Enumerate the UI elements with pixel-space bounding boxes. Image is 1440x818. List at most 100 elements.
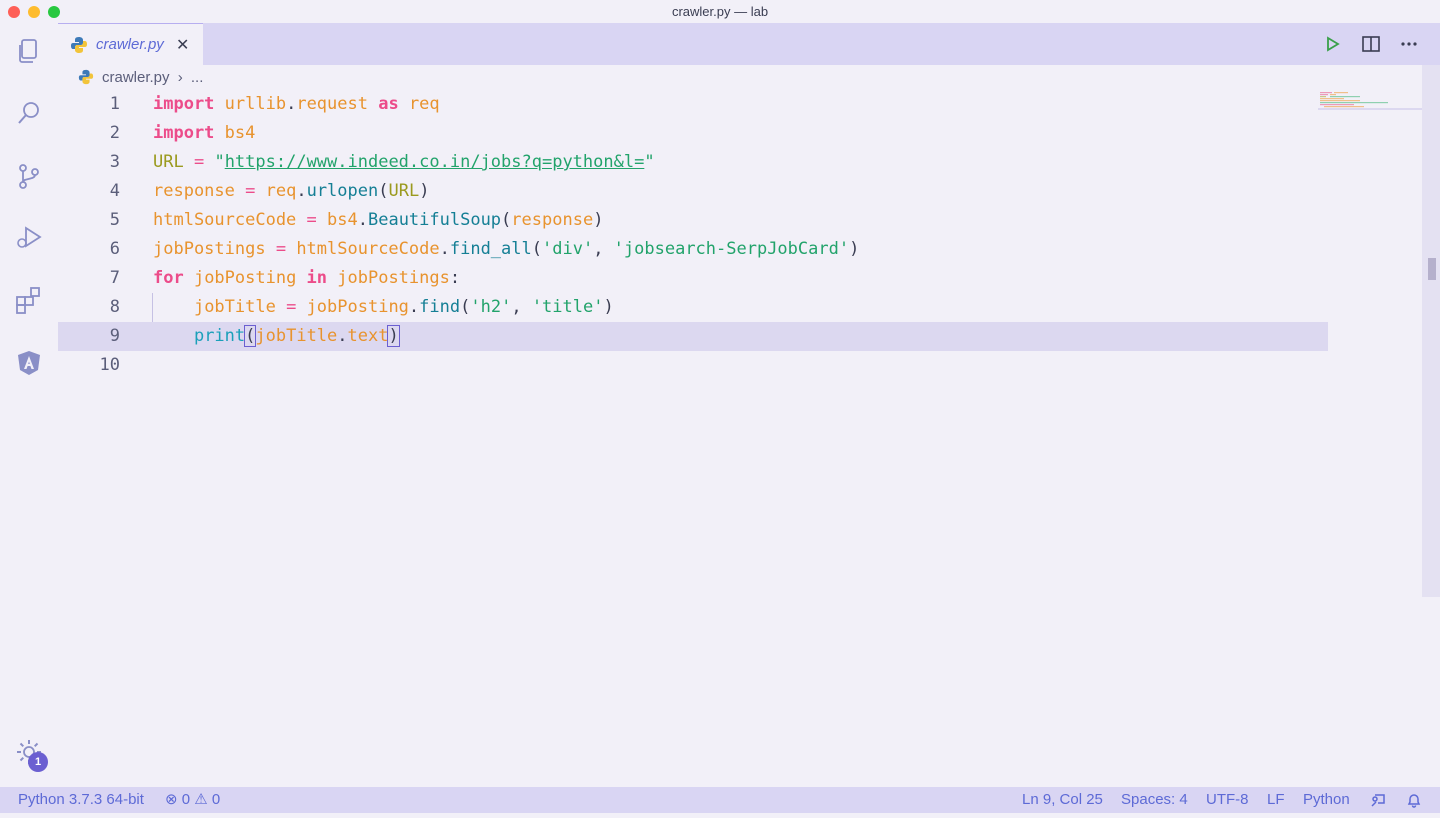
code-text: URL = "https://www.indeed.co.in/jobs?q=p… xyxy=(153,148,655,177)
code-token: . xyxy=(286,94,297,114)
code-editor[interactable]: 1 import urllib.request as req 2 import bs4… xyxy=(58,90,1422,787)
code-token: 'h2' xyxy=(470,297,512,317)
line-number: 8 xyxy=(109,297,120,317)
more-actions-icon[interactable] xyxy=(1398,33,1420,55)
code-token: jobTitle xyxy=(193,297,276,317)
run-python-file-icon[interactable] xyxy=(1321,33,1343,55)
run-debug-icon[interactable] xyxy=(14,222,44,252)
code-token: . xyxy=(337,326,348,346)
code-token: : xyxy=(449,268,461,288)
code-line[interactable]: 8 jobTitle = jobPosting.find('h2', 'titl… xyxy=(58,293,1328,322)
python-file-icon xyxy=(78,69,94,85)
code-token: urlopen xyxy=(306,181,379,201)
line-number: 7 xyxy=(109,268,120,288)
tab-bar: crawler.py ✕ xyxy=(58,23,1440,65)
minimize-window-button[interactable] xyxy=(28,6,40,18)
code-token: = xyxy=(183,152,215,172)
code-line[interactable]: 1 import urllib.request as req xyxy=(58,90,1328,119)
line-number: 1 xyxy=(109,94,120,114)
encoding[interactable]: UTF-8 xyxy=(1206,787,1249,813)
code-token: " xyxy=(214,152,225,172)
code-token: ) xyxy=(419,181,430,201)
code-line[interactable]: 10 xyxy=(58,351,1328,380)
code-token: " xyxy=(644,152,655,172)
line-number: 10 xyxy=(99,355,120,375)
minimap[interactable] xyxy=(1318,92,1422,110)
explorer-icon[interactable] xyxy=(14,36,44,66)
cursor-position[interactable]: Ln 9, Col 25 xyxy=(1022,787,1103,813)
tab-crawler-py[interactable]: crawler.py ✕ xyxy=(58,23,203,65)
code-line[interactable]: 6 jobPostings = htmlSourceCode.find_all('… xyxy=(58,235,1328,264)
code-line[interactable]: 3 URL = "https://www.indeed.co.in/jobs?q=… xyxy=(58,148,1328,177)
activity-bar: 1 xyxy=(0,23,58,787)
vertical-scrollbar[interactable] xyxy=(1422,65,1440,597)
code-token: ( xyxy=(460,297,471,317)
close-window-button[interactable] xyxy=(8,6,20,18)
code-token: . xyxy=(408,297,420,317)
line-number: 3 xyxy=(109,152,120,172)
code-token: response xyxy=(153,181,235,201)
code-line[interactable]: 5 htmlSourceCode = bs4.BeautifulSoup(resp… xyxy=(58,206,1328,235)
code-token: request xyxy=(296,94,368,114)
code-line[interactable]: 7 for jobPosting in jobPostings: xyxy=(58,264,1328,293)
code-token: response xyxy=(511,210,594,230)
feedback-icon[interactable] xyxy=(1369,791,1387,818)
indentation[interactable]: Spaces: 4 xyxy=(1121,787,1188,813)
code-token: bs4 xyxy=(214,123,256,143)
source-control-icon[interactable] xyxy=(14,161,44,191)
code-text: jobPostings = htmlSourceCode.find_all('d… xyxy=(153,235,859,264)
code-token: text xyxy=(347,326,389,346)
tab-label: crawler.py xyxy=(96,36,164,53)
code-token: find_all xyxy=(449,239,532,259)
code-token: jobTitle xyxy=(255,326,338,346)
code-token: htmlSourceCode xyxy=(296,239,440,259)
code-token: . xyxy=(439,239,450,259)
scrollbar-thumb[interactable] xyxy=(1428,258,1436,280)
code-token: ) xyxy=(603,297,614,317)
code-token: . xyxy=(357,210,368,230)
code-token: = xyxy=(265,239,297,259)
error-count: 0 xyxy=(181,791,191,808)
code-token: https://www.indeed.co.in/jobs?q=python&l… xyxy=(224,152,645,172)
code-token: ( xyxy=(378,181,389,201)
language-mode[interactable]: Python xyxy=(1303,787,1350,813)
code-text: jobTitle = jobPosting.find('h2', 'title'… xyxy=(153,293,614,322)
code-token: , xyxy=(593,239,614,259)
code-token: req xyxy=(398,94,440,114)
code-token: jobPosting xyxy=(306,297,409,317)
code-text: response = req.urlopen(URL) xyxy=(153,177,429,206)
code-line[interactable]: 9 print(jobTitle.text) xyxy=(58,322,1328,351)
notification-badge: 1 xyxy=(28,752,48,772)
breadcrumb-more[interactable]: ... xyxy=(191,69,204,86)
breadcrumb: crawler.py › ... xyxy=(78,66,203,90)
code-token: = xyxy=(234,181,266,201)
code-token: as xyxy=(367,94,399,114)
problems-indicator[interactable]: ⊗ 0 ⚠ 0 xyxy=(165,787,220,813)
breadcrumb-separator-icon: › xyxy=(177,69,183,86)
search-icon[interactable] xyxy=(14,98,44,128)
notifications-bell-icon[interactable] xyxy=(1405,791,1423,818)
code-token: 'jobsearch-SerpJobCard' xyxy=(613,239,850,259)
code-line[interactable]: 4 response = req.urlopen(URL) xyxy=(58,177,1328,206)
code-token: import xyxy=(153,123,215,143)
line-number: 2 xyxy=(109,123,120,143)
breadcrumb-file[interactable]: crawler.py xyxy=(102,69,170,86)
maximize-window-button[interactable] xyxy=(48,6,60,18)
code-token: , xyxy=(511,297,532,317)
line-number: 9 xyxy=(109,326,120,346)
python-interpreter[interactable]: Python 3.7.3 64-bit xyxy=(18,787,144,813)
warning-icon: ⚠ xyxy=(194,791,208,808)
close-tab-icon[interactable]: ✕ xyxy=(176,35,189,55)
code-token: import xyxy=(153,94,215,114)
status-bar: Python 3.7.3 64-bit ⊗ 0 ⚠ 0 Ln 9, Col 25… xyxy=(0,787,1440,813)
line-number: 6 xyxy=(109,239,120,259)
extensions-icon[interactable] xyxy=(14,285,44,315)
line-ending[interactable]: LF xyxy=(1267,787,1285,813)
split-editor-icon[interactable] xyxy=(1360,33,1382,55)
code-token: find xyxy=(419,297,461,317)
angular-icon[interactable] xyxy=(14,348,44,378)
code-line[interactable]: 2 import bs4 xyxy=(58,119,1328,148)
code-token: jobPostings xyxy=(327,268,450,288)
